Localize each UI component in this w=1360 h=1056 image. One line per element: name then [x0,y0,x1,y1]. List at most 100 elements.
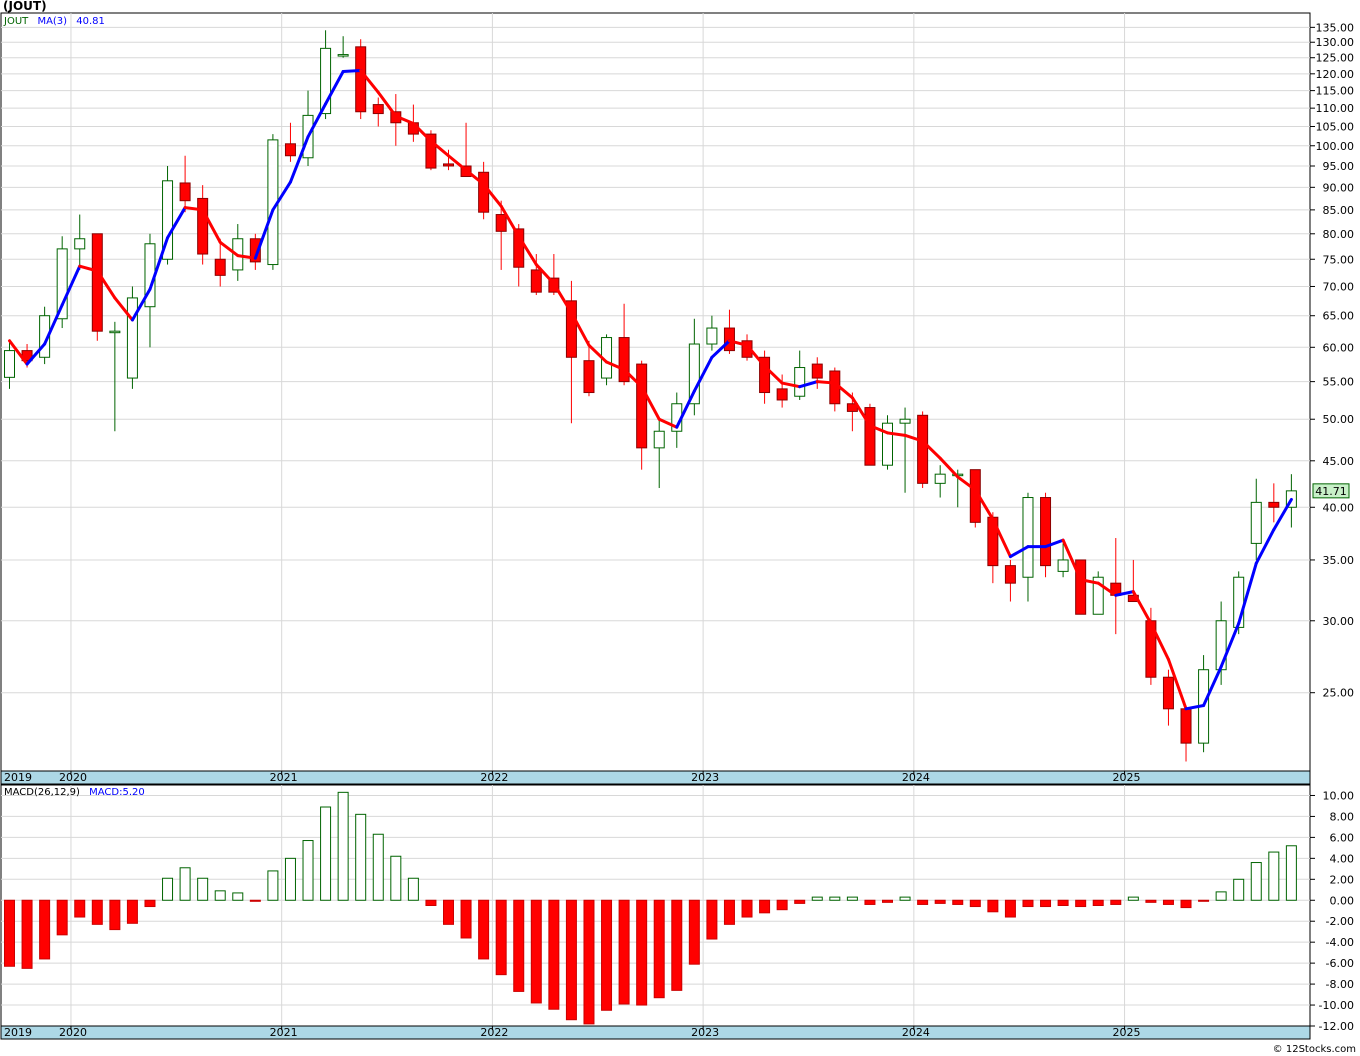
candle-body [794,367,806,397]
price-tick-label: 45.00 [1323,455,1355,468]
candle-body [1022,497,1034,578]
year-label: 2025 [1113,771,1141,784]
macd-y-axis: -12.00 -10.00 -8.00 -6.00 -4.00 -2.00 0.00 2.00… [1310,789,1354,1033]
price-tick-label: 70.00 [1323,280,1355,293]
macd-tick-label: 0.00 [1330,894,1355,907]
candle-body [109,330,121,334]
chart-title: (JOUT) [3,0,47,13]
macd-bar [407,877,419,901]
macd-bar [1250,862,1262,901]
candle-body [478,171,490,213]
price-tick-label: 130.00 [1316,36,1355,49]
macd-bar [1127,896,1139,901]
candle-body [934,473,946,484]
candle-body [91,233,103,332]
macd-bar [899,896,911,901]
macd-bar [1110,899,1122,905]
macd-bar [425,899,437,906]
macd-bar [21,899,33,969]
macd-bar [337,791,349,901]
candle-body [337,54,349,57]
macd-bar [162,877,174,901]
macd-bar [1285,845,1297,901]
candle-body [1180,708,1192,744]
macd-bar [91,899,103,925]
macd-bar [56,899,68,936]
candle-body [636,363,648,449]
macd-bar [723,899,735,925]
macd-bar [671,899,683,991]
macd-bar [952,899,964,905]
macd-bar [460,899,472,939]
legend-ma-value: 40.81 [76,16,105,27]
macd-tick-label: -2.00 [1326,915,1354,928]
price-y-axis: 25.00 30.00 35.00 40.00 45.00 50.00 55.00 60.00… [1310,21,1355,700]
year-label: 2020 [59,1026,87,1039]
macd-tick-label: 6.00 [1330,831,1355,844]
macd-bar [882,899,893,903]
macd-tick-label: 10.00 [1323,789,1355,802]
macd-bar [320,806,332,901]
macd-bar [232,892,244,901]
macd-bar [987,899,999,913]
legend-macd-value: MACD:5.20 [89,787,145,798]
macd-bar [478,899,490,960]
macd-bar [443,899,454,925]
year-label: 2024 [902,1026,930,1039]
macd-tick-label: 8.00 [1330,810,1355,823]
legend-ticker: JOUT [3,16,29,27]
macd-bar [1180,899,1192,909]
macd-bar [1198,899,1210,902]
year-label: 2020 [59,771,87,784]
year-label: 2019 [4,1026,32,1039]
last-price-tag: 41.71 [1312,483,1350,499]
year-label: 2021 [270,771,298,784]
macd-bar [741,899,753,918]
price-tick-label: 115.00 [1316,85,1355,98]
macd-bar [706,899,718,940]
macd-bar [355,813,367,901]
macd-bar [197,877,209,901]
macd-bar [1092,899,1104,906]
candle-body [1162,676,1174,710]
candle-body [126,297,138,379]
macd-bar [1040,899,1052,908]
candle-body [583,360,595,394]
ma-segment [341,69,363,74]
macd-bar [601,899,613,1011]
macd-bar [513,899,525,992]
candle-body [899,418,911,424]
candle-body [882,422,893,466]
macd-bar [1145,899,1157,903]
macd-bar [969,899,981,908]
year-label: 2024 [902,771,930,784]
macd-bar [811,896,823,901]
price-tick-label: 125.00 [1316,52,1355,65]
candle-body [214,258,226,276]
candle-body [706,327,718,345]
legend-macd-label: MACD(26,12,9) [4,787,80,798]
candle-body [1268,501,1280,508]
price-tick-label: 55.00 [1323,376,1355,389]
macd-bar [74,899,86,918]
macd-bar [1162,899,1174,905]
candle-body [372,104,384,115]
macd-bar [864,899,876,905]
macd-bar [636,899,648,1006]
price-legend: JOUT MA(3) 40.81 [3,16,105,27]
candle-body [4,350,15,378]
macd-bar [4,899,15,967]
macd-bar [829,896,841,901]
candle-body [355,46,367,113]
candle-body [530,269,542,293]
price-tick-label: 60.00 [1323,341,1355,354]
price-tick-label: 105.00 [1316,121,1355,134]
macd-bar [179,867,191,901]
candle-body [284,143,296,157]
macd-bar [39,899,51,960]
price-tick-label: 25.00 [1323,687,1355,700]
macd-bar [917,899,929,905]
candle-body [179,182,191,202]
macd-tick-label: -6.00 [1326,957,1354,970]
macd-bar [565,899,577,1021]
